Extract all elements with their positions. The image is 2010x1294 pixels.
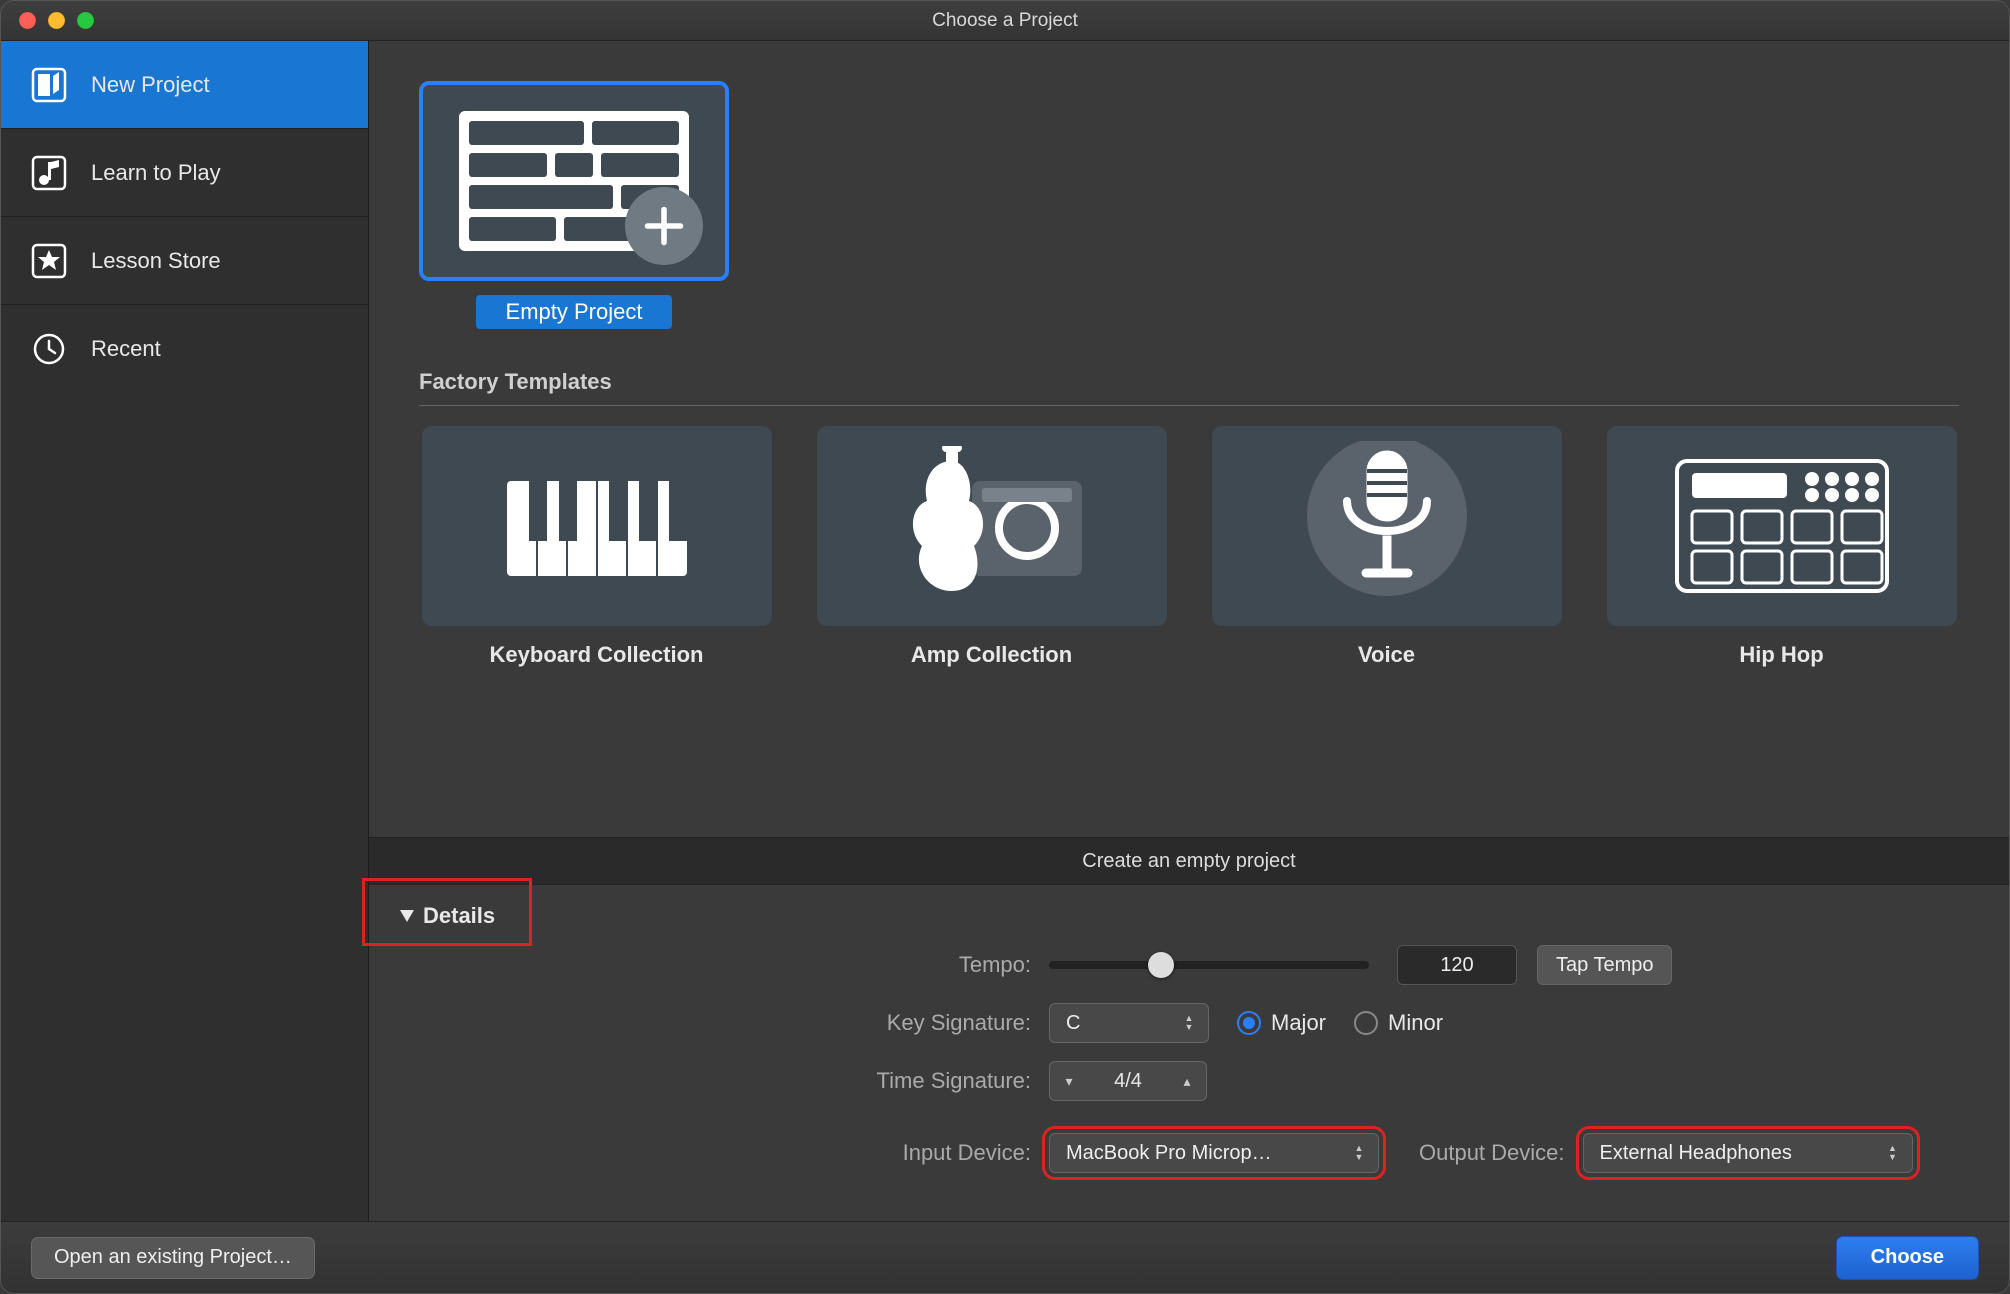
output-device-label: Output Device: (1419, 1140, 1565, 1166)
sidebar: New Project Learn to Play Lesson Store R… (1, 41, 369, 1221)
key-signature-label: Key Signature: (409, 1010, 1049, 1036)
output-device-value: External Headphones (1600, 1142, 1872, 1165)
template-label: Amp Collection (911, 642, 1072, 668)
template-list: Empty Project Factory Templates (369, 41, 2009, 837)
sidebar-item-new-project[interactable]: New Project (1, 41, 368, 129)
footer: Open an existing Project… Choose (1, 1221, 2009, 1293)
sidebar-item-recent[interactable]: Recent (1, 305, 368, 393)
empty-project-thumbnail (419, 81, 729, 281)
main-area: New Project Learn to Play Lesson Store R… (1, 41, 2009, 1221)
time-signature-down-button[interactable]: ▾ (1050, 1062, 1088, 1100)
empty-project-card[interactable]: Empty Project (419, 81, 729, 329)
input-device-value: MacBook Pro Microp… (1066, 1142, 1338, 1165)
time-signature-row: Time Signature: ▾ 4/4 ▴ (409, 1061, 1969, 1101)
titlebar: Choose a Project (1, 1, 2009, 41)
tempo-slider[interactable] (1049, 961, 1369, 969)
sidebar-item-lesson-store[interactable]: Lesson Store (1, 217, 368, 305)
input-device-label: Input Device: (409, 1140, 1049, 1166)
updown-icon: ▲▼ (1350, 1145, 1368, 1161)
tempo-value-field[interactable]: 120 (1397, 945, 1517, 985)
output-device-select[interactable]: External Headphones ▲▼ (1583, 1133, 1913, 1173)
description-bar: Create an empty project (369, 837, 2009, 885)
template-label: Voice (1358, 642, 1415, 668)
new-project-icon (29, 65, 69, 105)
key-mode-radio-group: Major Minor (1237, 1010, 1443, 1036)
key-signature-value: C (1066, 1012, 1168, 1035)
content-area: Empty Project Factory Templates (369, 41, 2009, 1221)
major-label: Major (1271, 1010, 1326, 1036)
template-hip-hop[interactable]: Hip Hop (1604, 426, 1959, 668)
sidebar-item-label: New Project (91, 72, 210, 98)
details-body: Tempo: 120 Tap Tempo Key Signature: C ▲▼ (369, 939, 2009, 1221)
major-radio[interactable]: Major (1237, 1010, 1326, 1036)
template-amp-collection[interactable]: Amp Collection (814, 426, 1169, 668)
recent-icon (29, 329, 69, 369)
key-signature-select[interactable]: C ▲▼ (1049, 1003, 1209, 1043)
template-label: Keyboard Collection (490, 642, 704, 668)
sidebar-item-label: Learn to Play (91, 160, 221, 186)
section-divider (419, 405, 1959, 406)
time-signature-up-button[interactable]: ▴ (1168, 1062, 1206, 1100)
open-existing-project-button[interactable]: Open an existing Project… (31, 1237, 315, 1279)
learn-to-play-icon (29, 153, 69, 193)
minor-radio[interactable]: Minor (1354, 1010, 1443, 1036)
window-title: Choose a Project (1, 10, 2009, 32)
time-signature-label: Time Signature: (409, 1068, 1049, 1094)
factory-templates-heading: Factory Templates (419, 369, 1959, 395)
sidebar-item-learn-to-play[interactable]: Learn to Play (1, 129, 368, 217)
input-device-select[interactable]: MacBook Pro Microp… ▲▼ (1049, 1133, 1379, 1173)
updown-icon: ▲▼ (1884, 1145, 1902, 1161)
details-label: Details (423, 903, 495, 929)
details-disclosure[interactable]: Details (369, 885, 525, 939)
sidebar-item-label: Lesson Store (91, 248, 221, 274)
keyboard-icon (422, 426, 772, 626)
time-signature-stepper[interactable]: ▾ 4/4 ▴ (1049, 1061, 1207, 1101)
template-keyboard-collection[interactable]: Keyboard Collection (419, 426, 774, 668)
disclosure-triangle-icon (399, 903, 415, 929)
device-row: Input Device: MacBook Pro Microp… ▲▼ Out… (409, 1133, 1969, 1173)
tap-tempo-button[interactable]: Tap Tempo (1537, 945, 1672, 985)
updown-icon: ▲▼ (1180, 1015, 1198, 1031)
plus-icon (625, 187, 703, 265)
template-voice[interactable]: Voice (1209, 426, 1564, 668)
tempo-label: Tempo: (409, 952, 1049, 978)
details-panel: Details Tempo: 120 Tap Tempo Key Signatu… (369, 885, 2009, 1221)
empty-project-row: Empty Project (419, 81, 1959, 329)
tempo-slider-thumb[interactable] (1148, 952, 1174, 978)
microphone-icon (1212, 426, 1562, 626)
factory-templates-grid: Keyboard Collection (419, 426, 1959, 668)
lesson-store-icon (29, 241, 69, 281)
drum-machine-icon (1607, 426, 1957, 626)
template-label: Hip Hop (1739, 642, 1823, 668)
key-signature-row: Key Signature: C ▲▼ Major (409, 1003, 1969, 1043)
choose-button[interactable]: Choose (1836, 1236, 1979, 1280)
minor-label: Minor (1388, 1010, 1443, 1036)
time-signature-value: 4/4 (1088, 1070, 1168, 1093)
tempo-row: Tempo: 120 Tap Tempo (409, 945, 1969, 985)
sidebar-item-label: Recent (91, 336, 161, 362)
empty-project-label: Empty Project (476, 295, 673, 329)
amp-icon (817, 426, 1167, 626)
project-chooser-window: Choose a Project New Project Learn to Pl… (0, 0, 2010, 1294)
